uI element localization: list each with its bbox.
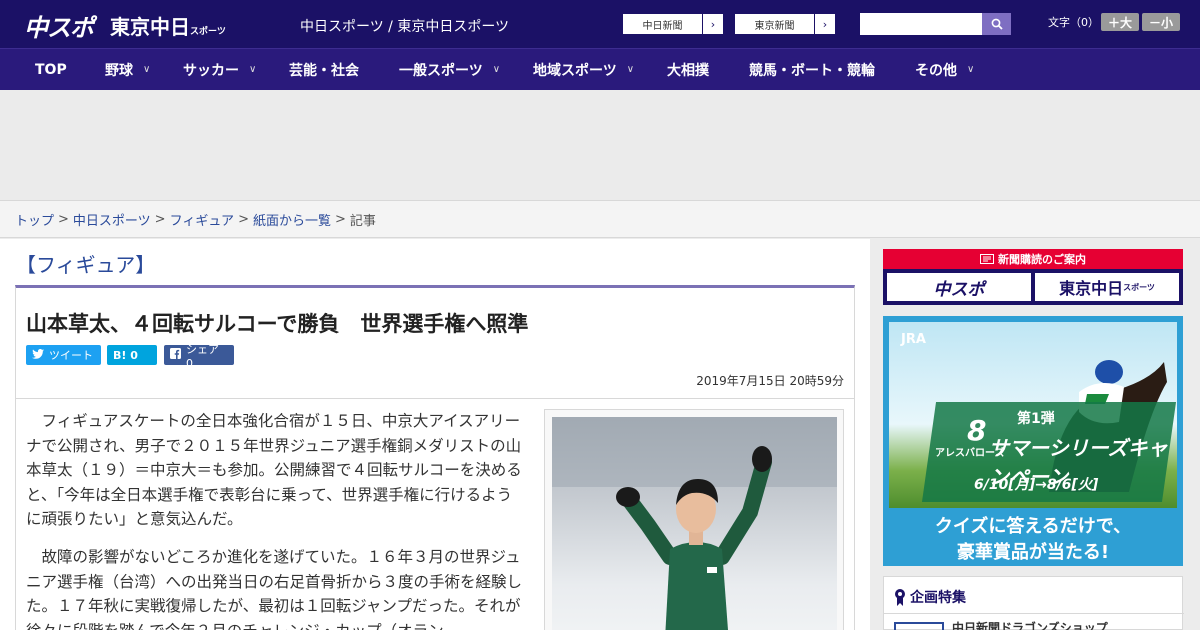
- nav-label: 一般スポーツ: [399, 62, 483, 79]
- nav-item-baseball[interactable]: 野球 ∨: [105, 49, 150, 90]
- jra-ad-banner[interactable]: JRA 8 アレスバローズ 第1弾 サマーシリーズキャンペーン 6/10[月]→…: [883, 316, 1183, 566]
- nav-label: 芸能・社会: [289, 62, 359, 79]
- nav-item-soccer[interactable]: サッカー ∨: [183, 49, 256, 90]
- figure-skater-image: [552, 417, 837, 630]
- feature-title: 企画特集: [910, 590, 966, 606]
- breadcrumb: トップ > 中日スポーツ > フィギュア > 紙面から一覧 > 記事: [0, 200, 1200, 238]
- nav-label: サッカー: [183, 62, 239, 79]
- article-category[interactable]: 【フィギュア】: [16, 249, 155, 278]
- jra-ad-scene: JRA 8 アレスバローズ 第1弾 サマーシリーズキャンペーン 6/10[月]→…: [889, 322, 1177, 508]
- article-paragraph: フィギュアスケートの全日本強化合宿が１５日、中京大アイスアリーナで公開され、男子…: [26, 412, 522, 528]
- subscription-bar: 新聞購読のご案内: [883, 249, 1183, 269]
- site-links[interactable]: 中日スポーツ / 東京中日スポーツ: [300, 16, 509, 36]
- feature-heading: 企画特集: [894, 587, 966, 607]
- divider: [884, 613, 1184, 614]
- subscription-banner[interactable]: 新聞購読のご案内 中スポ 東京中日 スポーツ: [883, 249, 1183, 305]
- chevron-down-icon: ∨: [626, 64, 635, 75]
- tokyo-logo-text: 東京中日: [110, 15, 190, 39]
- breadcrumb-current: 記事: [349, 213, 376, 229]
- chevron-down-icon: ∨: [492, 64, 501, 75]
- nav-label: 大相撲: [667, 62, 709, 79]
- subscription-bar-label: 新聞購読のご案内: [998, 253, 1086, 266]
- breadcrumb-separator: >: [154, 211, 166, 227]
- article-date: 2019年7月15日 20時59分: [696, 374, 844, 388]
- text-size-increase-button[interactable]: ＋大: [1101, 13, 1139, 31]
- text-size-decrease-button[interactable]: －小: [1142, 13, 1180, 31]
- tokyo-shimbun-link[interactable]: 東京新聞 ›: [734, 13, 836, 35]
- feature-thumbnail[interactable]: [894, 622, 944, 630]
- search-icon: [991, 18, 1003, 30]
- chevron-right-icon: ›: [822, 17, 828, 31]
- breadcrumb-separator: >: [238, 211, 249, 227]
- search-button[interactable]: [982, 13, 1011, 35]
- subscribe-tokyo-button[interactable]: 東京中日 スポーツ: [1035, 273, 1179, 301]
- jra-cta-line-1: クイズに答えるだけで、: [934, 516, 1132, 537]
- breadcrumb-chunichi-sports[interactable]: 中日スポーツ: [73, 210, 151, 229]
- nav-label: その他: [915, 62, 957, 79]
- twitter-share-label: ツイート: [49, 349, 93, 362]
- feature-section: 企画特集 中日新聞ドラゴンズショップ: [883, 576, 1184, 630]
- article-title: 山本草太、４回転サルコーで勝負 世界選手権へ照準: [26, 312, 529, 336]
- nav-item-top[interactable]: TOP: [35, 49, 67, 90]
- ribbon-icon: [895, 589, 905, 606]
- jra-dates: 6/10[月]→8/6[火]: [974, 477, 1099, 493]
- article-main: 【フィギュア】 山本草太、４回転サルコーで勝負 世界選手権へ照準 ツイート B!…: [0, 239, 870, 630]
- article-body: フィギュアスケートの全日本強化合宿が１５日、中京大アイスアリーナで公開され、男子…: [15, 399, 855, 630]
- nav-item-other[interactable]: その他 ∨: [915, 49, 974, 90]
- tokyo-logo-small: スポーツ: [190, 27, 226, 37]
- facebook-share-label: シェア 0: [186, 342, 219, 370]
- twitter-share-button[interactable]: ツイート: [26, 345, 101, 365]
- breadcrumb-separator: >: [58, 211, 69, 227]
- chevron-down-icon: ∨: [249, 64, 257, 75]
- nav-label: 競馬・ボート・競輪: [749, 62, 875, 79]
- main-navigation: TOP 野球 ∨ サッカー ∨ 芸能・社会 一般スポーツ ∨ 地域スポーツ ∨ 大相撲 …: [0, 48, 1200, 90]
- subscribe-chuspo-button[interactable]: 中スポ: [887, 273, 1031, 301]
- text-size-label: 文字（0）: [1048, 16, 1099, 29]
- newspaper-icon: [980, 254, 994, 264]
- article-photo-frame: [544, 409, 844, 630]
- nav-item-regional-sports[interactable]: 地域スポーツ ∨: [533, 49, 634, 90]
- top-ad-slot: [0, 90, 1200, 200]
- chevron-right-icon: ›: [710, 17, 716, 31]
- nav-item-general-sports[interactable]: 一般スポーツ ∨: [399, 49, 500, 90]
- chuspo-logo[interactable]: 中スポ: [24, 8, 94, 43]
- jra-cta-line-2: 豪華賞品が当たる!: [956, 542, 1110, 563]
- subscribe-tokyo-label: 東京中日: [1059, 279, 1124, 298]
- breadcrumb-figure[interactable]: フィギュア: [170, 210, 234, 229]
- nav-item-entertainment[interactable]: 芸能・社会: [289, 49, 359, 90]
- jra-tag: 第1弾: [1017, 411, 1055, 427]
- site-header: 中スポ 東京中日スポーツ 中日スポーツ / 東京中日スポーツ 中日新聞 › 東京…: [0, 0, 1200, 48]
- chevron-down-icon: ∨: [967, 64, 975, 75]
- jra-logo: JRA: [901, 332, 926, 347]
- skater-photo[interactable]: [552, 417, 837, 630]
- chunichi-shimbun-link[interactable]: 中日新聞 ›: [622, 13, 724, 35]
- nav-label: 地域スポーツ: [533, 62, 617, 79]
- twitter-icon: [32, 348, 44, 362]
- tokyo-shimbun-label: 東京新聞: [735, 14, 815, 34]
- nav-item-sumo[interactable]: 大相撲: [667, 49, 709, 90]
- breadcrumb-separator: >: [334, 211, 346, 227]
- jra-horse-number: 8: [967, 414, 987, 447]
- hatena-bookmark-button[interactable]: B! 0: [107, 345, 157, 365]
- article-paragraph: 故障の影響がないどころか進化を遂げていた。１６年３月の世界ジュニア選手権（台湾）…: [26, 548, 523, 630]
- facebook-share-button[interactable]: シェア 0: [164, 343, 234, 370]
- facebook-icon: [170, 348, 181, 362]
- breadcrumb-paper-list[interactable]: 紙面から一覧: [253, 210, 331, 229]
- chunichi-shimbun-label: 中日新聞: [623, 14, 703, 34]
- chevron-down-icon: ∨: [143, 64, 151, 75]
- tokyo-chunichi-logo[interactable]: 東京中日スポーツ: [110, 11, 226, 40]
- feature-item-link[interactable]: 中日新聞ドラゴンズショップ: [952, 619, 1108, 630]
- nav-label: 野球: [105, 62, 133, 79]
- search-input[interactable]: [860, 13, 982, 35]
- subscribe-tokyo-small: スポーツ: [1123, 282, 1155, 292]
- article-header: 山本草太、４回転サルコーで勝負 世界選手権へ照準 ツイート B! 0 シェア 0…: [15, 285, 855, 399]
- breadcrumb-top[interactable]: トップ: [15, 210, 54, 229]
- nav-item-racing[interactable]: 競馬・ボート・競輪: [749, 49, 875, 90]
- nav-label: TOP: [35, 61, 67, 78]
